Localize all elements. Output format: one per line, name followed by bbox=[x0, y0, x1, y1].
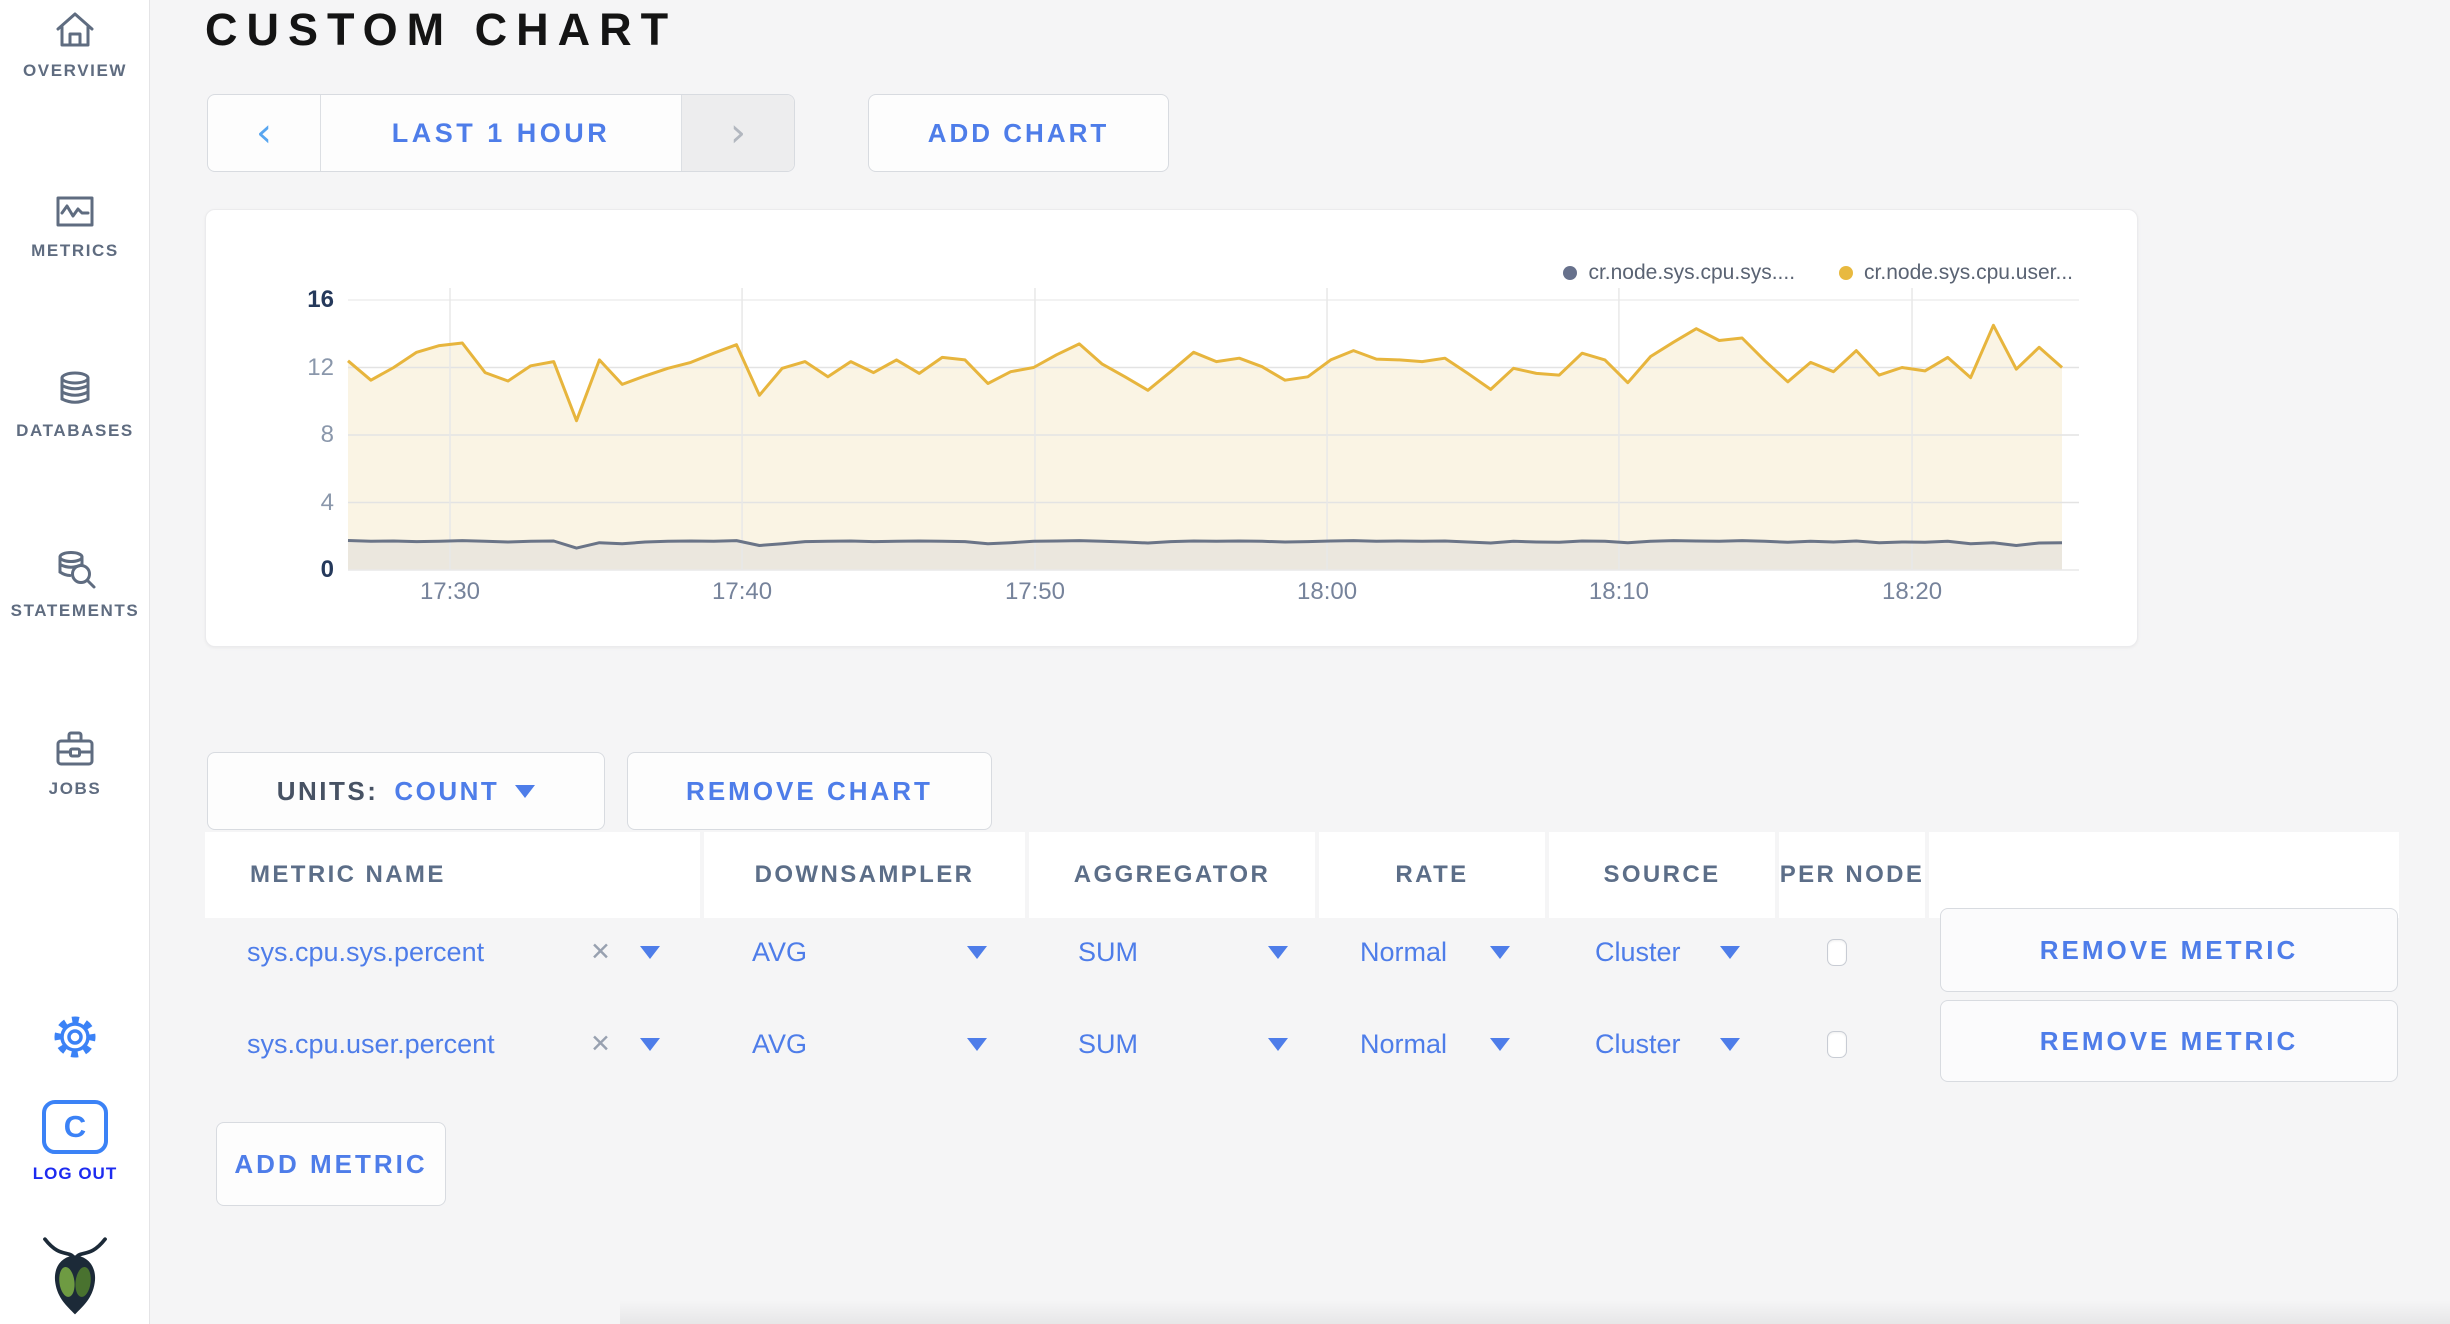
dropdown-caret-icon bbox=[1490, 1037, 1510, 1051]
dropdown-caret-icon bbox=[640, 945, 660, 959]
sidebar: OVERVIEW METRICS DATABASES STATEMENTS JO… bbox=[0, 0, 150, 1324]
dropdown-caret-icon bbox=[967, 945, 987, 959]
y-axis-tick-label: 16 bbox=[307, 286, 334, 313]
sidebar-item-label: METRICS bbox=[31, 241, 119, 260]
y-axis-tick-label: 8 bbox=[320, 421, 334, 448]
clear-icon[interactable]: ✕ bbox=[590, 937, 611, 967]
briefcase-icon bbox=[51, 726, 99, 772]
legend-item-user[interactable]: cr.node.sys.cpu.user... bbox=[1839, 261, 2073, 285]
sidebar-item-overview[interactable]: OVERVIEW bbox=[0, 8, 150, 94]
downsampler-select[interactable]: AVG bbox=[752, 906, 987, 998]
sidebar-item-metrics[interactable]: METRICS bbox=[0, 188, 150, 274]
remove-chart-button[interactable]: REMOVE CHART bbox=[627, 752, 992, 830]
bug-icon bbox=[38, 1232, 112, 1323]
cockroach-bug-logo bbox=[0, 1232, 150, 1323]
time-range-label[interactable]: LAST 1 HOUR bbox=[320, 95, 682, 171]
legend-dot-sys bbox=[1563, 266, 1578, 280]
aggregator-select[interactable]: SUM bbox=[1078, 998, 1288, 1090]
dropdown-caret-icon bbox=[1268, 945, 1288, 959]
clear-icon[interactable]: ✕ bbox=[590, 1029, 611, 1059]
home-icon bbox=[51, 8, 99, 54]
sidebar-item-databases[interactable]: DATABASES bbox=[0, 366, 150, 452]
sidebar-item-jobs[interactable]: JOBS bbox=[0, 726, 150, 812]
metric-select-dropdown[interactable]: ✕ bbox=[590, 906, 660, 998]
per-node-checkbox[interactable] bbox=[1827, 939, 1847, 966]
add-chart-button[interactable]: ADD CHART bbox=[868, 94, 1169, 172]
chart-card: cr.node.sys.cpu.sys.... cr.node.sys.cpu.… bbox=[205, 209, 2138, 647]
sidebar-item-label: JOBS bbox=[48, 779, 102, 798]
time-range-next-button[interactable]: › bbox=[682, 95, 794, 171]
column-header-per-node: PER NODE bbox=[1779, 832, 1925, 918]
logo-monogram: C bbox=[63, 1109, 87, 1144]
x-axis-tick-label: 17:50 bbox=[1004, 578, 1065, 605]
dropdown-caret-icon bbox=[967, 1037, 987, 1051]
metric-name-value[interactable]: sys.cpu.sys.percent bbox=[247, 906, 587, 998]
remove-metric-button[interactable]: REMOVE METRIC bbox=[1940, 1000, 2398, 1082]
sidebar-item-statements[interactable]: STATEMENTS bbox=[0, 546, 150, 632]
x-axis-tick-label: 17:40 bbox=[712, 578, 773, 605]
downsampler-select[interactable]: AVG bbox=[752, 998, 987, 1090]
page-title: CUSTOM CHART bbox=[205, 4, 678, 55]
units-dropdown[interactable]: UNITS: COUNT bbox=[207, 752, 605, 830]
statements-icon bbox=[51, 546, 99, 594]
units-value: COUNT bbox=[394, 775, 500, 806]
source-select[interactable]: Cluster bbox=[1595, 906, 1740, 998]
legend-item-sys[interactable]: cr.node.sys.cpu.sys.... bbox=[1563, 261, 1795, 285]
remove-metric-button[interactable]: REMOVE METRIC bbox=[1940, 908, 2398, 992]
logout-button[interactable]: C LOG OUT bbox=[0, 1100, 150, 1184]
sidebar-item-label: DATABASES bbox=[16, 421, 134, 440]
source-select[interactable]: Cluster bbox=[1595, 998, 1740, 1090]
y-axis-tick-label: 12 bbox=[307, 353, 334, 381]
metrics-icon bbox=[51, 188, 99, 234]
logout-label: LOG OUT bbox=[32, 1164, 118, 1183]
column-header-actions bbox=[1929, 832, 2399, 918]
sidebar-item-label: OVERVIEW bbox=[22, 61, 128, 80]
metric-select-dropdown[interactable]: ✕ bbox=[590, 998, 660, 1090]
units-prefix-label: UNITS: bbox=[276, 775, 379, 806]
add-metric-button[interactable]: ADD METRIC bbox=[216, 1122, 446, 1206]
legend-dot-user bbox=[1839, 266, 1854, 280]
x-axis-tick-label: 18:10 bbox=[1588, 578, 1649, 605]
dropdown-caret-icon bbox=[1268, 1037, 1288, 1051]
dropdown-caret-icon bbox=[1490, 945, 1510, 959]
chevron-left-icon: ‹ bbox=[256, 110, 272, 156]
aggregator-select[interactable]: SUM bbox=[1078, 906, 1288, 998]
time-range-prev-button[interactable]: ‹ bbox=[208, 95, 320, 171]
dropdown-caret-icon bbox=[1720, 945, 1740, 959]
x-axis-tick-label: 18:00 bbox=[1297, 578, 1358, 605]
settings-gear-button[interactable] bbox=[0, 1012, 150, 1067]
dropdown-caret-icon bbox=[515, 784, 536, 798]
time-range-selector: ‹ LAST 1 HOUR › bbox=[207, 94, 795, 172]
database-icon bbox=[51, 366, 99, 414]
dropdown-caret-icon bbox=[1720, 1037, 1740, 1051]
chart-legend: cr.node.sys.cpu.sys.... cr.node.sys.cpu.… bbox=[1563, 261, 2073, 285]
x-axis-tick-label: 17:30 bbox=[419, 578, 480, 605]
dropdown-caret-icon bbox=[640, 1037, 660, 1051]
bottom-scroll-shadow bbox=[620, 1300, 2450, 1324]
sidebar-item-label: STATEMENTS bbox=[10, 601, 140, 620]
rate-select[interactable]: Normal bbox=[1360, 906, 1510, 998]
y-axis-tick-label: 4 bbox=[320, 488, 334, 516]
gear-icon bbox=[50, 1012, 100, 1067]
x-axis-tick-label: 18:20 bbox=[1881, 578, 1943, 605]
rate-select[interactable]: Normal bbox=[1360, 998, 1510, 1090]
cockroach-c-logo: C bbox=[42, 1100, 108, 1154]
chevron-right-icon: › bbox=[730, 110, 746, 156]
metric-name-value[interactable]: sys.cpu.user.percent bbox=[247, 998, 587, 1090]
per-node-checkbox[interactable] bbox=[1827, 1031, 1847, 1058]
y-axis-tick-label: 0 bbox=[320, 556, 334, 583]
